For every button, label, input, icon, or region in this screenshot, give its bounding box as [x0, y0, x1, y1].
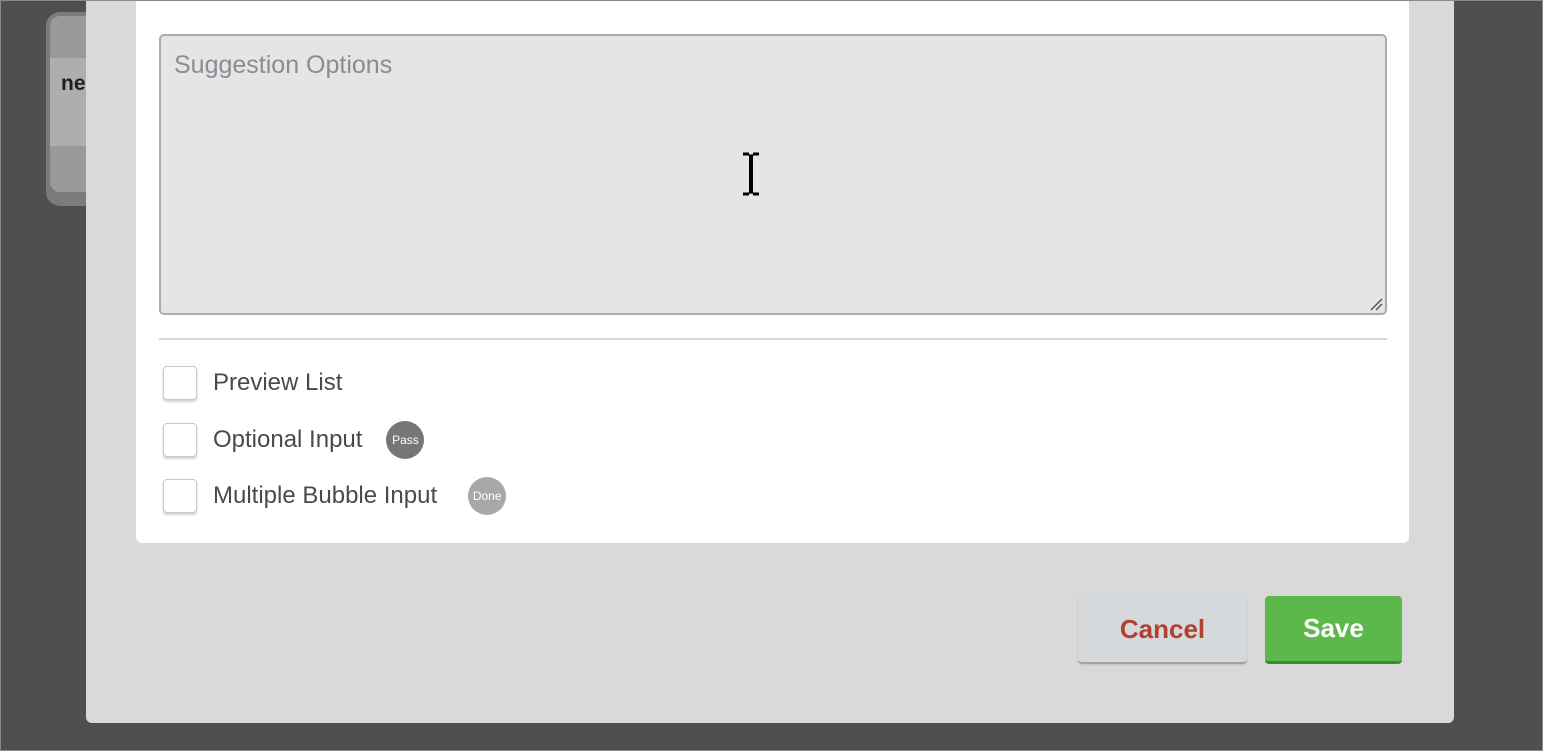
text-cursor-icon — [743, 152, 759, 196]
resize-handle-icon[interactable] — [1369, 297, 1383, 311]
multiple-bubble-input-checkbox[interactable] — [163, 479, 197, 513]
pass-badge: Pass — [386, 421, 425, 459]
preview-list-checkbox[interactable] — [163, 366, 197, 400]
section-divider — [159, 338, 1387, 340]
option-preview-list: Preview List — [163, 364, 342, 402]
suggestion-options-textarea[interactable]: Suggestion Options — [159, 34, 1387, 315]
multiple-bubble-input-label: Multiple Bubble Input — [213, 482, 438, 509]
option-multiple-bubble-input: Multiple Bubble Input Done — [163, 477, 507, 515]
optional-input-label: Optional Input — [213, 426, 363, 453]
done-badge: Done — [468, 477, 507, 515]
save-button[interactable]: Save — [1265, 596, 1402, 664]
preview-list-label: Preview List — [213, 369, 343, 396]
cancel-button[interactable]: Cancel — [1078, 596, 1247, 664]
dialog-content-panel: Suggestion Options Preview List Optional… — [136, 0, 1409, 543]
background-card-title: ne — [61, 72, 86, 95]
modal-dialog: Suggestion Options Preview List Optional… — [86, 0, 1454, 723]
option-optional-input: Optional Input Pass — [163, 421, 425, 459]
suggestion-options-placeholder: Suggestion Options — [174, 51, 393, 79]
optional-input-checkbox[interactable] — [163, 423, 197, 457]
